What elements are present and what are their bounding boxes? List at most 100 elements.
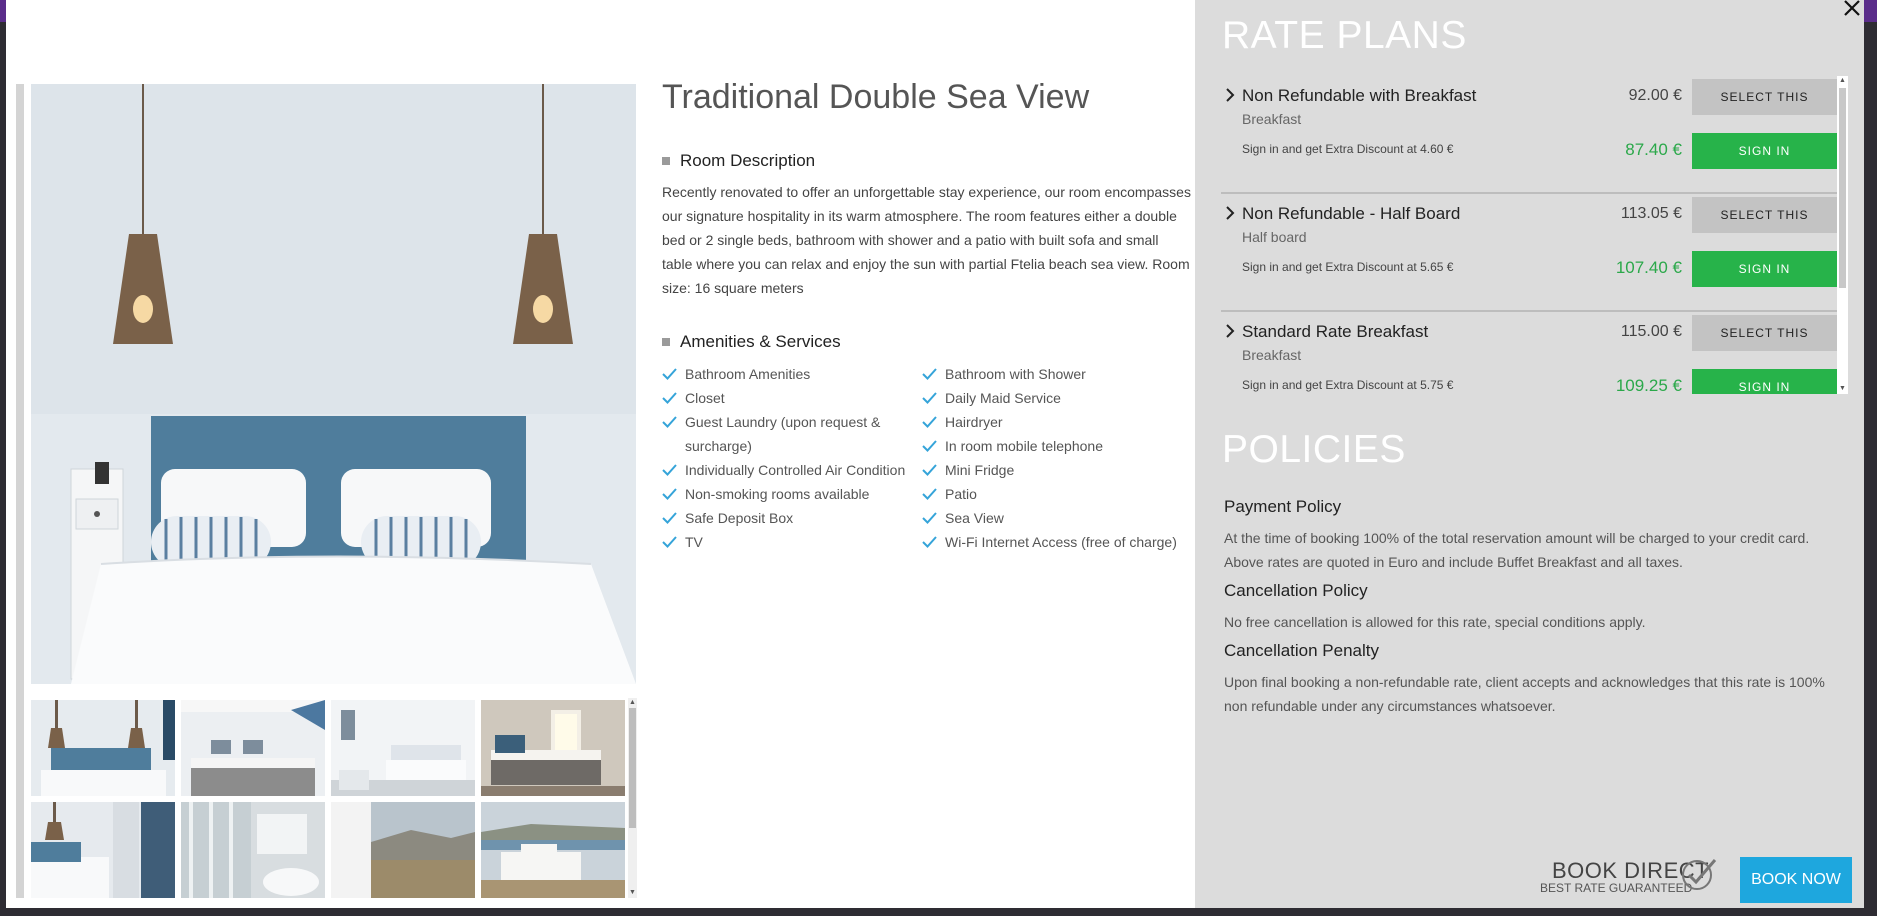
check-icon (662, 368, 677, 380)
check-icon (922, 440, 937, 452)
check-icon (922, 464, 937, 476)
rate-plan-item: Non Refundable with Breakfast Breakfast … (1221, 76, 1837, 194)
rate-price: 113.05 € (1620, 205, 1682, 222)
cancellation-penalty-text: Upon final booking a non-refundable rate… (1224, 674, 1825, 714)
amenity-item: Bathroom with Shower (922, 362, 1182, 386)
rate-board: Half board (1242, 229, 1307, 245)
rate-board: Breakfast (1242, 347, 1302, 363)
bullet-square-icon (662, 338, 670, 346)
rate-plan-item: Non Refundable - Half Board Half board 1… (1221, 194, 1837, 312)
amenity-item: Daily Maid Service (922, 386, 1182, 410)
amenity-item: Wi-Fi Internet Access (free of charge) (922, 530, 1182, 554)
discount-price: 87.40 € (1625, 140, 1682, 159)
amenities-list-left: Bathroom Amenities Closet Guest Laundry … (662, 362, 922, 554)
check-icon (662, 392, 677, 404)
thumbnail-2[interactable] (181, 700, 325, 796)
room-title: Traditional Double Sea View (662, 78, 1090, 116)
rate-plans-title: RATE PLANS (1222, 14, 1467, 57)
book-now-button[interactable]: BOOK NOW (1740, 857, 1852, 903)
check-icon (662, 536, 677, 548)
select-rate-button[interactable]: SELECT THIS (1692, 79, 1837, 115)
thumbnail-5[interactable] (31, 802, 175, 898)
rate-name[interactable]: Non Refundable with Breakfast (1242, 86, 1476, 106)
scrollbar-thumb[interactable] (629, 708, 636, 828)
check-icon (922, 536, 937, 548)
amenity-item: Bathroom Amenities (662, 362, 922, 386)
signin-discount-text: Sign in and get Extra Discount at 5.75 € (1242, 378, 1454, 392)
check-icon (662, 488, 677, 500)
policies-title: POLICIES (1222, 428, 1406, 471)
rate-plan-item: Standard Rate Breakfast Breakfast 115.00… (1221, 312, 1837, 394)
sign-in-button[interactable]: SIGN IN (1692, 251, 1837, 287)
check-icon (922, 392, 937, 404)
scrollbar-thumb[interactable] (1839, 88, 1846, 288)
scroll-down-icon[interactable]: ▼ (1837, 385, 1848, 393)
amenities-list-right: Bathroom with Shower Daily Maid Service … (922, 362, 1182, 554)
signin-discount-text: Sign in and get Extra Discount at 5.65 € (1242, 260, 1454, 274)
amenity-item: In room mobile telephone (922, 434, 1182, 458)
amenity-item: Hairdryer (922, 410, 1182, 434)
rate-name[interactable]: Standard Rate Breakfast (1242, 322, 1428, 342)
amenities-heading: Amenities & Services (662, 332, 841, 352)
check-icon (922, 488, 937, 500)
room-description-heading-label: Room Description (680, 151, 816, 170)
thumbnail-6[interactable] (181, 802, 325, 898)
check-icon (662, 464, 677, 476)
amenity-item: Patio (922, 482, 1182, 506)
payment-policy-heading: Payment Policy (1224, 497, 1342, 516)
cancellation-penalty-heading: Cancellation Penalty (1224, 641, 1379, 660)
main-room-photo[interactable] (31, 84, 636, 684)
signin-discount-text: Sign in and get Extra Discount at 4.60 € (1242, 142, 1454, 156)
room-details-modal: ▲ ▼ Traditional Double Sea View Room Des… (6, 0, 1864, 908)
rate-board: Breakfast (1242, 111, 1302, 127)
chevron-right-icon[interactable] (1225, 206, 1235, 220)
room-description-text: Recently renovated to offer an unforgett… (662, 184, 1191, 296)
scroll-down-icon[interactable]: ▼ (628, 889, 637, 897)
check-icon (922, 368, 937, 380)
amenity-item: Safe Deposit Box (662, 506, 922, 530)
rates-scrollbar[interactable]: ▲ ▼ (1837, 76, 1848, 394)
book-direct-badge: BOOK DIRECT BEST RATE GUARANTEED (1540, 856, 1730, 896)
thumbnail-7[interactable] (331, 802, 475, 898)
thumbnail-8[interactable] (481, 802, 625, 898)
rate-price: 115.00 € (1620, 323, 1682, 340)
chevron-right-icon[interactable] (1225, 324, 1235, 338)
rates-panel: RATE PLANS Non Refundable with Breakfast… (1195, 0, 1864, 908)
amenity-item: Mini Fridge (922, 458, 1182, 482)
amenity-item: TV (662, 530, 922, 554)
chevron-right-icon[interactable] (1225, 88, 1235, 102)
rate-price: 92.00 € (1628, 87, 1682, 104)
rate-name[interactable]: Non Refundable - Half Board (1242, 204, 1460, 224)
select-rate-button[interactable]: SELECT THIS (1692, 197, 1837, 233)
amenity-item: Guest Laundry (upon request & surcharge) (662, 410, 922, 458)
best-rate-label: BEST RATE GUARANTEED (1540, 881, 1693, 895)
thumbnail-grid (31, 700, 636, 898)
thumbnail-4[interactable] (481, 700, 625, 796)
room-description-heading: Room Description (662, 151, 815, 171)
check-icon (922, 416, 937, 428)
cancellation-policy-heading: Cancellation Policy (1224, 581, 1368, 600)
amenity-item: Sea View (922, 506, 1182, 530)
check-icon (662, 416, 677, 428)
gallery-rail (16, 84, 24, 898)
thumbnail-3[interactable] (331, 700, 475, 796)
check-icon (922, 512, 937, 524)
sign-in-button[interactable]: SIGN IN (1692, 369, 1837, 394)
rate-plans-list: Non Refundable with Breakfast Breakfast … (1221, 76, 1846, 394)
payment-policy-text: At the time of booking 100% of the total… (1224, 530, 1810, 570)
amenity-item: Individually Controlled Air Condition (662, 458, 922, 482)
discount-price: 107.40 € (1615, 258, 1682, 277)
check-icon (662, 512, 677, 524)
scroll-up-icon[interactable]: ▲ (1837, 77, 1848, 85)
scroll-up-icon[interactable]: ▲ (628, 699, 637, 707)
close-icon[interactable] (1841, 0, 1863, 18)
select-rate-button[interactable]: SELECT THIS (1692, 315, 1837, 351)
thumbnail-scrollbar[interactable]: ▲ ▼ (628, 698, 637, 898)
sign-in-button[interactable]: SIGN IN (1692, 133, 1837, 169)
amenity-item: Non-smoking rooms available (662, 482, 922, 506)
cancellation-policy-text: No free cancellation is allowed for this… (1224, 614, 1646, 630)
thumbnail-1[interactable] (31, 700, 175, 796)
bullet-square-icon (662, 157, 670, 165)
checkmark-badge-icon (1682, 859, 1717, 890)
amenities-heading-label: Amenities & Services (680, 332, 841, 351)
